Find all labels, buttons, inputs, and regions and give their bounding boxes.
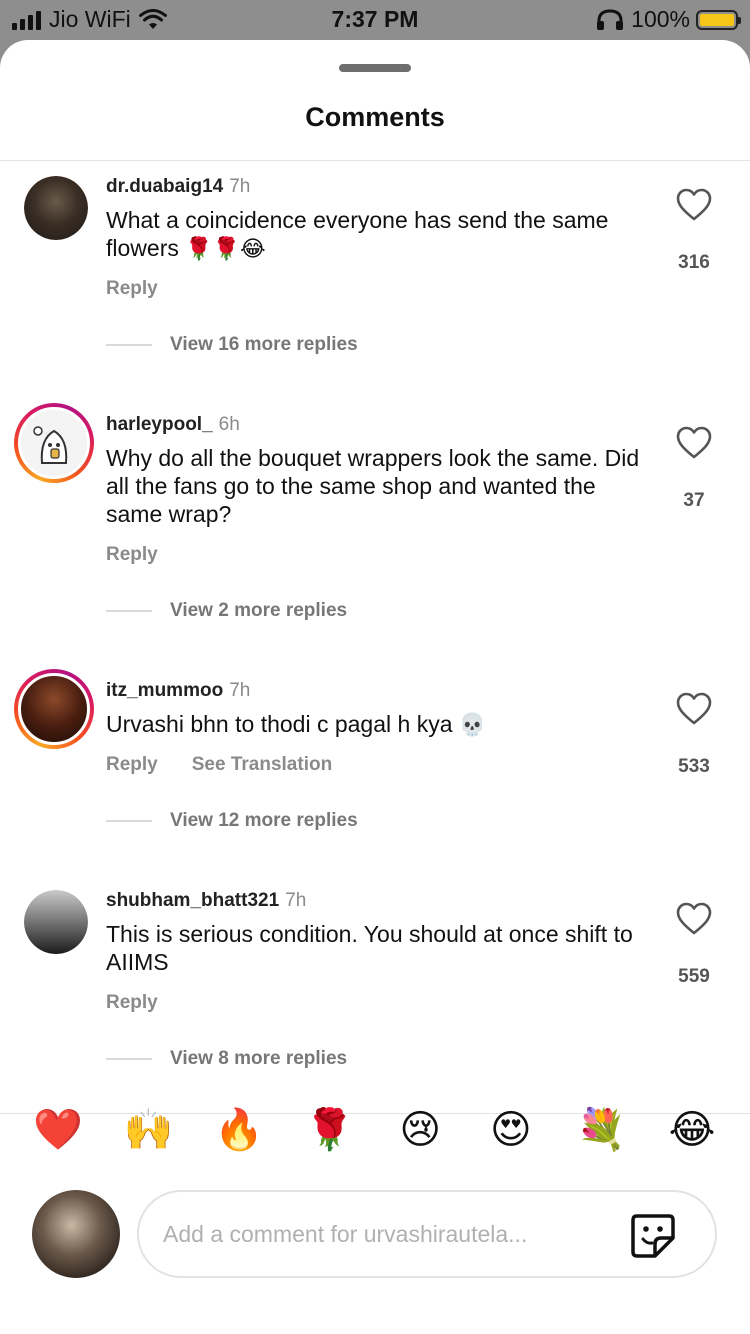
reaction-fire[interactable]: 🔥	[201, 1106, 277, 1154]
cartoon-avatar-icon	[33, 426, 68, 464]
comment-body: What a coincidence everyone has send the…	[106, 207, 609, 261]
comment-username[interactable]: shubham_bhatt321	[106, 890, 279, 911]
comment-time: 6h	[218, 414, 240, 435]
view-replies-label: View 16 more replies	[170, 334, 358, 355]
comment-item: itz_mummoo 7h Urvashi bhn to thodi c paga…	[0, 666, 750, 906]
reply-button[interactable]: Reply	[106, 992, 158, 1014]
headphones-icon	[597, 8, 624, 30]
status-right: 100%	[595, 6, 741, 33]
reply-button[interactable]: Reply	[106, 754, 158, 776]
like-button[interactable]	[676, 188, 712, 222]
view-replies-label: View 8 more replies	[170, 1048, 348, 1069]
reply-button[interactable]: Reply	[106, 544, 158, 566]
replies-divider-line	[106, 1058, 152, 1060]
view-replies-button[interactable]: View 16 more replies	[106, 334, 358, 356]
comment-composer	[137, 1190, 717, 1278]
view-replies-button[interactable]: View 12 more replies	[106, 810, 358, 832]
comment-username[interactable]: dr.duabaig14	[106, 176, 223, 197]
current-user-avatar[interactable]	[32, 1190, 120, 1278]
comment-body: This is serious condition. You should at…	[106, 921, 633, 975]
reaction-heart[interactable]: ❤️	[20, 1106, 96, 1154]
comment-time: 7h	[229, 176, 251, 197]
comment-time: 7h	[285, 890, 307, 911]
comment-header: shubham_bhatt321 7h	[106, 890, 306, 912]
comment-item: shubham_bhatt321 7h This is serious condi…	[0, 876, 750, 1116]
status-bar: Jio WiFi 7:37 PM 100%	[0, 0, 750, 40]
see-translation-button[interactable]: See Translation	[192, 754, 332, 776]
comment-body: Urvashi bhn to thodi c pagal h kya	[106, 711, 453, 737]
replies-divider-line	[106, 610, 152, 612]
like-button[interactable]	[676, 902, 712, 936]
page-title: Comments	[305, 102, 445, 132]
reaction-bouquet[interactable]: 💐	[563, 1106, 639, 1154]
comment-time: 7h	[229, 680, 251, 701]
like-button[interactable]	[676, 692, 712, 726]
comment-text: Why do all the bouquet wrappers look the…	[106, 444, 646, 528]
comment-text: What a coincidence everyone has send the…	[106, 206, 646, 263]
reaction-heart-eyes[interactable]: 😍	[473, 1106, 549, 1154]
like-count: 533	[678, 756, 710, 777]
avatar[interactable]	[14, 669, 94, 749]
comment-item: dr.duabaig14 7h What a coincidence everyo…	[0, 162, 750, 402]
comment-actions: Reply	[106, 278, 158, 300]
like-count: 559	[678, 966, 710, 987]
quick-reactions-bar: ❤️ 🙌 🔥 🌹 😢 😍 💐 😂	[20, 1106, 730, 1154]
view-replies-button[interactable]: View 2 more replies	[106, 600, 347, 622]
battery-percent: 100%	[631, 6, 690, 32]
heart-outline-icon	[676, 902, 712, 935]
heart-outline-icon	[676, 692, 712, 725]
comment-emoji: 🌹🌹😂	[185, 236, 266, 261]
like-button[interactable]	[676, 426, 712, 460]
sheet-grabber[interactable]	[339, 64, 411, 72]
replies-divider-line	[106, 344, 152, 346]
reaction-raised-hands[interactable]: 🙌	[111, 1106, 187, 1154]
avatar[interactable]	[14, 403, 94, 483]
comment-text: Urvashi bhn to thodi c pagal h kya 💀	[106, 710, 646, 739]
comment-header: dr.duabaig14 7h	[106, 176, 250, 198]
header-divider	[0, 160, 750, 161]
reaction-rose[interactable]: 🌹	[292, 1106, 368, 1154]
reply-button[interactable]: Reply	[106, 278, 158, 300]
replies-divider-line	[106, 820, 152, 822]
like-count: 37	[683, 490, 705, 511]
comment-username[interactable]: itz_mummoo	[106, 680, 223, 701]
view-replies-label: View 2 more replies	[170, 600, 348, 621]
avatar[interactable]	[24, 890, 88, 954]
comment-header: itz_mummoo 7h	[106, 680, 250, 702]
avatar[interactable]	[24, 176, 88, 240]
comment-input[interactable]	[163, 1210, 623, 1258]
heart-outline-icon	[676, 426, 712, 459]
reaction-laughing[interactable]: 😂	[654, 1106, 730, 1154]
comment-actions: Reply	[106, 992, 158, 1014]
comment-emoji: 💀	[458, 712, 487, 737]
comment-actions: Reply	[106, 544, 158, 566]
view-replies-button[interactable]: View 8 more replies	[106, 1048, 347, 1070]
sticker-icon[interactable]	[629, 1212, 677, 1260]
battery-icon	[696, 9, 741, 30]
view-replies-label: View 12 more replies	[170, 810, 358, 831]
reaction-crying[interactable]: 😢	[382, 1106, 458, 1154]
comment-header: harleypool_ 6h	[106, 414, 240, 436]
like-count: 316	[678, 252, 710, 273]
heart-outline-icon	[676, 188, 712, 221]
comment-username[interactable]: harleypool_	[106, 414, 213, 435]
comment-item: harleypool_ 6h Why do all the bouquet wra…	[0, 400, 750, 640]
comment-body: Why do all the bouquet wrappers look the…	[106, 445, 640, 527]
comment-actions: Reply See Translation	[106, 754, 332, 776]
comment-text: This is serious condition. You should at…	[106, 920, 646, 976]
